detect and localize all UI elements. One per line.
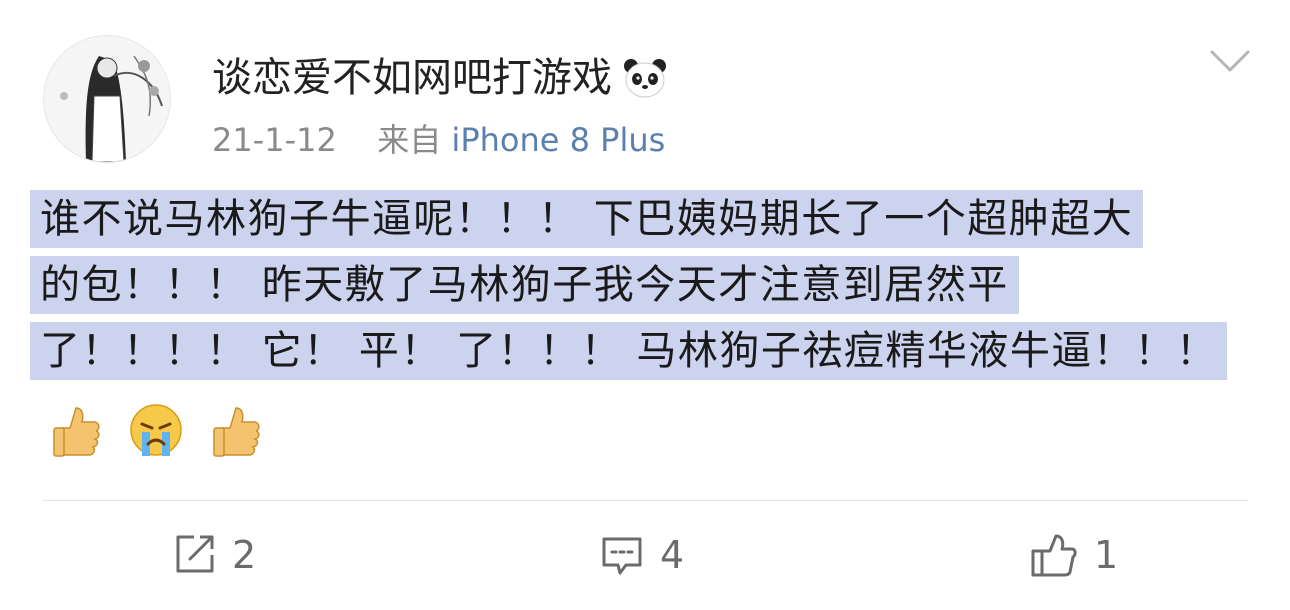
username-row: 谈恋爱不如网吧打游戏	[212, 50, 668, 106]
post-content: 谁不说马林狗子牛逼呢！！！ 下巴姨妈期长了一个超肿超大 的包！！！ 昨天敷了马林…	[30, 186, 1270, 384]
thumbs-up-icon	[53, 407, 100, 457]
device-source[interactable]: iPhone 8 Plus	[451, 121, 665, 159]
like-button[interactable]: 1	[1030, 532, 1118, 578]
content-line: 谁不说马林狗子牛逼呢！！！ 下巴姨妈期长了一个超肿超大	[30, 190, 1144, 248]
panda-icon	[624, 59, 666, 98]
username[interactable]: 谈恋爱不如网吧打游戏	[212, 50, 612, 106]
comment-icon	[602, 537, 642, 575]
content-line: 的包！！！ 昨天敷了马林狗子我今天才注意到居然平	[30, 256, 1019, 314]
like-icon	[1031, 534, 1077, 577]
comment-button[interactable]: 4	[600, 532, 684, 578]
post-date: 21-1-12	[212, 121, 337, 159]
divider	[42, 500, 1248, 501]
crying-face-icon	[130, 404, 182, 456]
thumbs-up-icon	[213, 407, 260, 457]
chevron-down-icon[interactable]	[1208, 44, 1252, 80]
repost-icon	[176, 535, 214, 573]
content-line: 了！！！！ 它！ 平！ 了！！！ 马林狗子祛痘精华液牛逼！！！	[30, 322, 1228, 380]
avatar[interactable]	[43, 35, 171, 163]
like-count: 1	[1094, 533, 1119, 577]
repost-button[interactable]: 2	[172, 532, 256, 578]
post-meta: 21-1-12 来自 iPhone 8 Plus	[212, 118, 665, 162]
comment-count: 4	[660, 533, 685, 577]
emoji-row	[48, 400, 264, 460]
repost-count: 2	[232, 533, 257, 577]
source-prefix: 来自	[377, 121, 442, 159]
avatar-illustration	[44, 36, 170, 162]
